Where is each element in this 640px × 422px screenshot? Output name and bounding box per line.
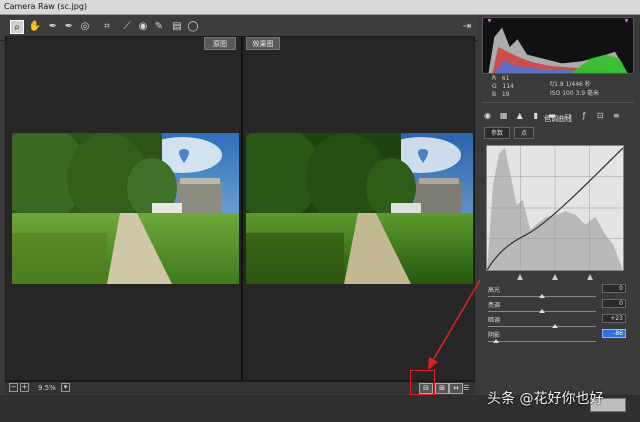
zoom-out-button[interactable]: − — [9, 383, 18, 392]
iso-info: ISO 100 3.9 毫米 — [550, 90, 600, 97]
split-divider[interactable] — [241, 37, 243, 382]
slider-value-field[interactable]: +23 — [602, 314, 626, 323]
preview-area: 原图 效果图 — [5, 36, 475, 382]
targeted-adjustment-icon[interactable]: ◎ — [78, 20, 92, 34]
zoom-icon[interactable]: ⌕ — [10, 20, 24, 34]
tab-point[interactable]: 点 — [514, 127, 534, 139]
graduated-filter-icon[interactable]: ▤ — [170, 20, 184, 34]
curve-region-handles[interactable] — [486, 272, 624, 280]
export-icon[interactable]: ⇥ — [460, 20, 474, 34]
slider-thumb[interactable] — [551, 324, 558, 328]
shadow-clip-indicator — [487, 18, 492, 23]
slider-row: 阴影 -86 — [488, 329, 626, 350]
panel-tab-icons: ◉ ▦ ▲ ▮ ▬ ▭ ƒ ⊡ ≡ ▤ — [482, 102, 634, 139]
after-photo — [246, 133, 473, 284]
camera-info: R 61 G 114 B 19 f/1.8 1/446 秒 ISO 100 3.… — [482, 75, 634, 99]
slider-value-field[interactable]: 0 — [602, 299, 626, 308]
straighten-icon[interactable]: ⟋ — [120, 20, 134, 34]
zoom-in-button[interactable]: + — [20, 383, 29, 392]
slider-thumb[interactable] — [492, 339, 499, 343]
title-bar: Camera Raw (sc.jpg) — [0, 0, 640, 15]
r-readout: R 61 — [492, 75, 510, 82]
slider-label: 亮调 — [488, 302, 501, 309]
zoom-level[interactable]: 9.5% — [38, 383, 56, 394]
window-title: Camera Raw (sc.jpg) — [4, 2, 88, 11]
slider-label: 高光 — [488, 287, 501, 294]
b-readout: B 19 — [492, 91, 510, 98]
slider-track[interactable] — [488, 326, 596, 327]
panel-title: 色调曲线 — [544, 115, 572, 123]
radial-filter-icon[interactable]: ◯ — [186, 20, 200, 34]
after-label: 效果图 — [246, 37, 280, 50]
adjustment-brush-icon[interactable]: ✎ — [152, 20, 166, 34]
zoom-menu-button[interactable]: ▾ — [61, 383, 70, 392]
highlight-box — [410, 370, 435, 395]
crop-icon[interactable]: ⌗ — [100, 20, 114, 34]
tab-parametric[interactable]: 参数 — [484, 127, 510, 139]
slider-thumb[interactable] — [539, 294, 545, 298]
toggle-settings-icon[interactable]: ☰ — [463, 383, 469, 394]
slider-label: 阴影 — [488, 332, 501, 339]
camera-raw-window: Camera Raw (sc.jpg) ⌕ ✋ ✒ ✒ ◎ ⌗ ⟋ ◉ ✎ ▤ … — [0, 0, 640, 422]
side-panel: R 61 G 114 B 19 f/1.8 1/446 秒 ISO 100 3.… — [478, 15, 640, 395]
slider-label: 暗调 — [488, 317, 501, 324]
copy-settings-button[interactable]: ⇔ — [449, 383, 463, 394]
slider-value-field[interactable]: 0 — [602, 284, 626, 293]
histogram — [482, 17, 634, 74]
status-bar: − + 9.5% ▾ ⊟ ⊞ ⇔ ☰ — [5, 381, 475, 394]
tone-curve-graph[interactable] — [486, 145, 624, 271]
before-label: 原图 — [204, 37, 236, 50]
color-sampler-icon[interactable]: ✒ — [62, 20, 76, 34]
watermark: 头条 @花好你也好 — [487, 391, 604, 407]
before-photo — [12, 133, 239, 284]
hand-icon[interactable]: ✋ — [28, 20, 42, 34]
exposure-info: f/1.8 1/446 秒 — [550, 81, 591, 88]
slider-value-field[interactable]: -86 — [602, 329, 626, 338]
swap-view-button[interactable]: ⊞ — [435, 383, 449, 394]
white-balance-icon[interactable]: ✒ — [46, 20, 60, 34]
red-eye-icon[interactable]: ◉ — [136, 20, 150, 34]
slider-thumb[interactable] — [539, 309, 545, 313]
slider-track[interactable] — [488, 341, 596, 342]
g-readout: G 114 — [492, 83, 514, 90]
highlight-clip-indicator — [624, 18, 629, 23]
